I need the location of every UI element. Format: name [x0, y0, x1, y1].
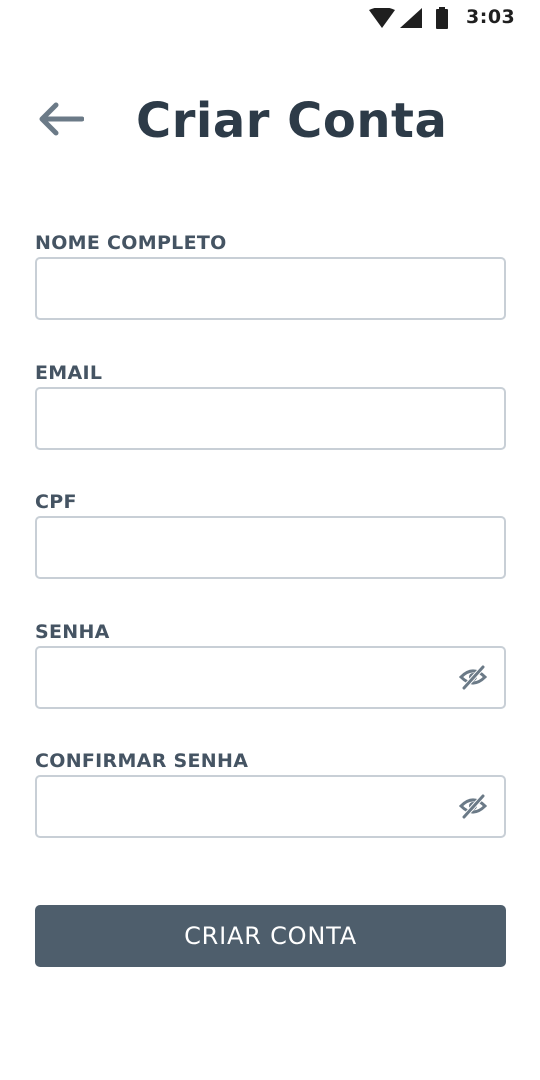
cpf-field-box: [35, 516, 506, 579]
password-field-group: SENHA: [35, 618, 506, 748]
status-time: 3:03: [466, 6, 516, 28]
confirm-password-input[interactable]: [37, 777, 504, 836]
eye-off-icon: [458, 664, 488, 694]
email-input[interactable]: [37, 388, 504, 448]
page-title: Criar Conta: [136, 93, 448, 149]
arrow-left-icon: [36, 101, 85, 141]
password-input[interactable]: [37, 647, 504, 707]
cpf-field-group: CPF: [35, 488, 506, 618]
status-bar: 3:03: [0, 0, 540, 36]
create-account-button[interactable]: CRIAR CONTA: [35, 905, 506, 967]
password-field-box: [35, 645, 506, 709]
cpf-label: CPF: [35, 491, 77, 513]
confirm-password-field-box: [35, 775, 506, 838]
confirm-password-label: CONFIRMAR SENHA: [35, 750, 249, 772]
full-name-input[interactable]: [37, 259, 504, 318]
cpf-input[interactable]: [37, 518, 504, 577]
eye-off-icon: [458, 793, 488, 823]
header: Criar Conta: [0, 86, 540, 156]
full-name-label: NOME COMPLETO: [35, 232, 227, 254]
signup-form: NOME COMPLETO EMAIL CPF SENHA CONFIRMAR …: [35, 229, 506, 877]
full-name-field-box: [35, 257, 506, 320]
full-name-field-group: NOME COMPLETO: [35, 229, 506, 359]
password-visibility-toggle[interactable]: [458, 664, 488, 694]
password-label: SENHA: [35, 620, 110, 643]
email-field-group: EMAIL: [35, 359, 506, 489]
wifi-icon: [369, 7, 395, 32]
email-label: EMAIL: [35, 361, 103, 384]
confirm-password-visibility-toggle[interactable]: [458, 793, 488, 823]
confirm-password-field-group: CONFIRMAR SENHA: [35, 747, 506, 877]
battery-icon: [435, 7, 449, 33]
cellular-signal-icon: [400, 8, 422, 32]
email-field-box: [35, 386, 506, 450]
back-button[interactable]: [32, 98, 88, 144]
